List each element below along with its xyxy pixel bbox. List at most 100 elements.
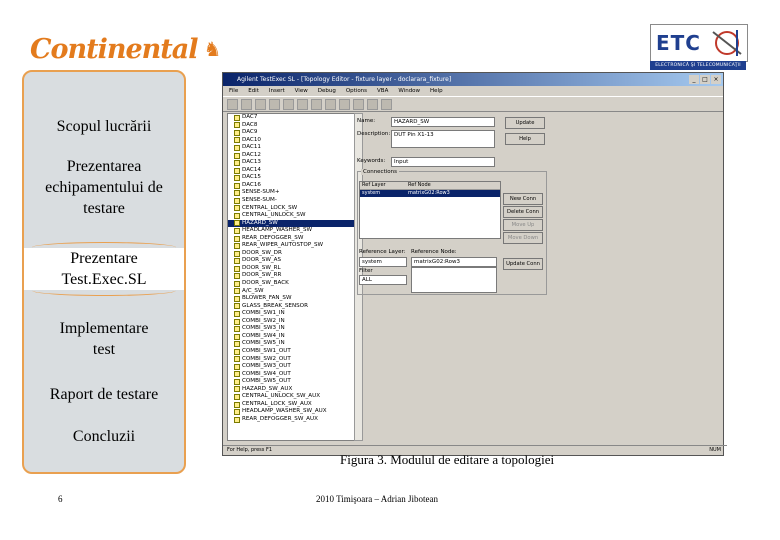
col-ref-node[interactable]: Ref Node — [408, 182, 498, 189]
maximize-icon[interactable]: □ — [700, 75, 710, 84]
connections-grid[interactable]: Ref Layer Ref Node system matrixG02:Row3 — [359, 181, 501, 239]
menu-options[interactable]: Options — [346, 86, 367, 96]
tree-item[interactable]: A/C_SW — [228, 288, 354, 296]
tree-item[interactable]: COMBI_SW1_IN — [228, 310, 354, 318]
tree-item[interactable]: REAR_DEFOGGER_SW — [228, 235, 354, 243]
tree-item[interactable]: DAC13 — [228, 159, 354, 167]
tree-item-label: DOOR_SW_RL — [242, 264, 281, 271]
tree-item[interactable]: DAC14 — [228, 167, 354, 175]
tree-item[interactable]: BLOWER_FAN_SW — [228, 295, 354, 303]
tree-item[interactable]: COMBI_SW5_IN — [228, 340, 354, 348]
tree-item[interactable]: DOOR_SW_AS — [228, 257, 354, 265]
tree-item[interactable]: COMBI_SW4_OUT — [228, 371, 354, 379]
tree-item[interactable]: SENSE-SUM+ — [228, 189, 354, 197]
tree-item-label: COMBI_SW1_IN — [242, 310, 285, 317]
tree-item-label: SENSE-SUM+ — [242, 189, 280, 196]
tree-item[interactable]: DOOR_SW_RR — [228, 272, 354, 280]
tree-item[interactable]: DOOR_SW_RL — [228, 265, 354, 273]
menu-view[interactable]: View — [295, 86, 308, 96]
help-button[interactable]: Help — [505, 133, 545, 145]
table-row[interactable]: system matrixG02:Row3 — [360, 190, 500, 197]
stop-icon[interactable] — [339, 98, 350, 110]
tree-item[interactable]: COMBI_SW1_OUT — [228, 348, 354, 356]
tree-item[interactable]: REAR_WIPER_AUTOSTOP_SW — [228, 242, 354, 250]
paste-icon[interactable] — [297, 98, 308, 110]
close-icon[interactable]: × — [711, 75, 721, 84]
tree-item[interactable]: HAZARD_SW_AUX — [228, 386, 354, 394]
tree-item[interactable]: COMBI_SW2_IN — [228, 318, 354, 326]
tree-item[interactable]: DOOR_SW_BACK — [228, 280, 354, 288]
menu-edit[interactable]: Edit — [248, 86, 259, 96]
menu-vba[interactable]: VBA — [377, 86, 388, 96]
new-icon[interactable] — [227, 98, 238, 110]
tree-item-label: COMBI_SW3_OUT — [242, 363, 291, 370]
delete-conn-button[interactable]: Delete Conn — [503, 206, 543, 218]
menu-insert[interactable]: Insert — [269, 86, 285, 96]
tree-item[interactable]: COMBI_SW5_OUT — [228, 378, 354, 386]
tree-item[interactable]: DAC15 — [228, 174, 354, 182]
nav-item-prezentare-testexec[interactable]: Prezentare Test.Exec.SL — [24, 242, 184, 296]
menu-window[interactable]: Window — [398, 86, 420, 96]
menu-file[interactable]: File — [229, 86, 238, 96]
col-ref-layer[interactable]: Ref Layer — [360, 182, 408, 189]
tree-item[interactable]: HEADLAMP_WASHER_SW — [228, 227, 354, 235]
move-down-button[interactable]: Move Down — [503, 232, 543, 244]
tree-item[interactable]: DAC16 — [228, 182, 354, 190]
update-conn-button[interactable]: Update Conn — [503, 258, 543, 270]
step-icon[interactable] — [353, 98, 364, 110]
copy-icon[interactable] — [283, 98, 294, 110]
tree-item[interactable]: DAC12 — [228, 152, 354, 160]
node-icon — [234, 227, 240, 234]
topology-tree[interactable]: DAC7 DAC8 DAC9 DAC10 DAC11 DAC12 DAC13 DAC14 DAC… — [227, 113, 355, 441]
pause-icon[interactable] — [325, 98, 336, 110]
nav-item-concluzii[interactable]: Concluzii — [24, 426, 184, 447]
filter-select[interactable]: ALL — [359, 275, 407, 285]
tree-item[interactable]: DAC8 — [228, 122, 354, 130]
name-field[interactable]: HAZARD_SW — [391, 117, 495, 127]
tree-item[interactable]: DOOR_SW_DR — [228, 250, 354, 258]
tree-item[interactable]: COMBI_SW4_IN — [228, 333, 354, 341]
keywords-field[interactable]: Input — [391, 157, 495, 167]
ref-node-field[interactable]: matrixG02:Row3 — [411, 257, 497, 267]
tree-item[interactable]: DAC7 — [228, 114, 354, 122]
help-icon[interactable] — [381, 98, 392, 110]
tree-item[interactable]: CENTRAL_LOCK_SW — [228, 205, 354, 213]
ref-layer-select[interactable]: system — [359, 257, 407, 267]
nav-item-raport[interactable]: Raport de testare — [24, 384, 184, 405]
open-icon[interactable] — [241, 98, 252, 110]
tree-item-label: CENTRAL_UNLOCK_SW — [242, 212, 306, 219]
tree-item[interactable]: HEADLAMP_WASHER_SW_AUX — [228, 408, 354, 416]
run-icon[interactable] — [311, 98, 322, 110]
tree-item[interactable]: CENTRAL_UNLOCK_SW — [228, 212, 354, 220]
minimize-icon[interactable]: _ — [689, 75, 699, 84]
nav-item-scopul[interactable]: Scopul lucrării — [24, 116, 184, 137]
tree-item[interactable]: HAZARD_SW — [228, 219, 354, 228]
tree-item[interactable]: COMBI_SW3_OUT — [228, 363, 354, 371]
tree-item[interactable]: DAC11 — [228, 144, 354, 152]
node-list[interactable] — [411, 267, 497, 293]
figure-caption: Figura 3. Modulul de editare a topologie… — [340, 452, 555, 467]
tree-item[interactable]: DAC10 — [228, 137, 354, 145]
tree-item[interactable]: CENTRAL_LOCK_SW_AUX — [228, 401, 354, 409]
nav-item-prezentarea[interactable]: Prezentarea echipamentului de testare — [24, 156, 184, 219]
node-icon — [234, 356, 240, 363]
tree-item[interactable]: COMBI_SW2_OUT — [228, 356, 354, 364]
new-conn-button[interactable]: New Conn — [503, 193, 543, 205]
cut-icon[interactable] — [269, 98, 280, 110]
update-button[interactable]: Update — [505, 117, 545, 129]
description-field[interactable]: DUT Pin X1-13 — [391, 130, 495, 148]
menu-debug[interactable]: Debug — [318, 86, 336, 96]
tree-item[interactable]: CENTRAL_UNLOCK_SW_AUX — [228, 393, 354, 401]
save-icon[interactable] — [255, 98, 266, 110]
ref-layer-label: Reference Layer: — [359, 249, 406, 255]
tree-item[interactable]: COMBI_SW3_IN — [228, 325, 354, 333]
nav-item-implementare[interactable]: Implementare test — [24, 318, 184, 360]
menu-help[interactable]: Help — [430, 86, 443, 96]
tree-item[interactable]: SENSE-SUM- — [228, 197, 354, 205]
move-up-button[interactable]: Move Up — [503, 219, 543, 231]
tree-item[interactable]: REAR_DEFOGGER_SW_AUX — [228, 416, 354, 424]
toolbar — [223, 96, 723, 112]
tree-item[interactable]: DAC9 — [228, 129, 354, 137]
tree-item[interactable]: GLASS_BREAK_SENSOR — [228, 303, 354, 311]
debug-icon[interactable] — [367, 98, 378, 110]
